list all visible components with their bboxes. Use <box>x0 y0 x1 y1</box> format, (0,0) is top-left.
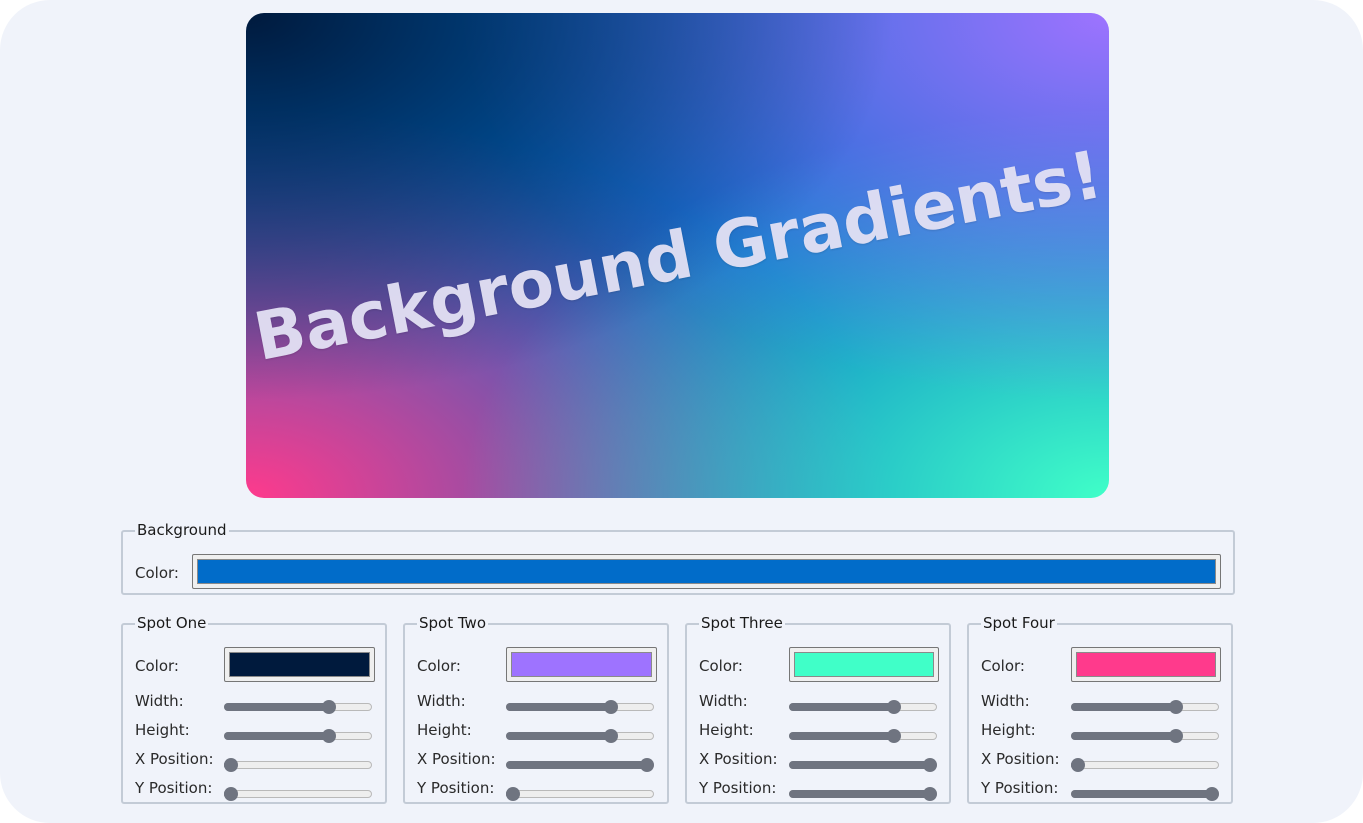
height-slider[interactable] <box>1071 727 1219 745</box>
spot-y-position-label: Y Position: <box>135 779 213 797</box>
spot-color-label: Color: <box>135 657 179 675</box>
spot-one-color-picker[interactable] <box>224 647 375 682</box>
slider-fill <box>506 703 611 711</box>
spot-width-label: Width: <box>417 692 466 710</box>
spot-legend: Spot Two <box>419 614 486 632</box>
spot-x-position-label: X Position: <box>699 750 778 768</box>
spot-height-label: Height: <box>135 721 190 739</box>
slider-track <box>224 790 372 798</box>
x-position-slider[interactable] <box>224 756 372 774</box>
slider-fill <box>1071 790 1212 798</box>
slider-thumb[interactable] <box>506 787 520 801</box>
background-color-label: Color: <box>135 564 179 582</box>
x-position-slider[interactable] <box>1071 756 1219 774</box>
width-slider[interactable] <box>789 698 937 716</box>
spot-width-label: Width: <box>699 692 748 710</box>
spot-one-color-swatch <box>229 652 370 677</box>
slider-thumb[interactable] <box>1168 729 1183 743</box>
spot-color-label: Color: <box>699 657 743 675</box>
spot-x-position-label: X Position: <box>417 750 496 768</box>
slider-track <box>1071 761 1219 769</box>
width-slider[interactable] <box>224 698 372 716</box>
width-slider[interactable] <box>506 698 654 716</box>
slider-thumb[interactable] <box>886 700 901 714</box>
slider-track <box>506 790 654 798</box>
slider-fill <box>506 761 647 769</box>
background-fieldset: Background Color: <box>121 523 1235 595</box>
width-slider[interactable] <box>1071 698 1219 716</box>
slider-thumb[interactable] <box>923 787 937 801</box>
x-position-slider[interactable] <box>506 756 654 774</box>
spot-three-color-swatch <box>794 652 934 677</box>
slider-thumb[interactable] <box>886 729 901 743</box>
slider-fill <box>789 732 894 740</box>
slider-thumb[interactable] <box>321 700 336 714</box>
background-legend: Background <box>137 521 227 539</box>
slider-thumb[interactable] <box>923 758 937 772</box>
height-slider[interactable] <box>224 727 372 745</box>
slider-fill <box>224 703 329 711</box>
background-color-swatch <box>197 559 1216 584</box>
spot-x-position-label: X Position: <box>135 750 214 768</box>
slider-fill <box>1071 703 1176 711</box>
spot-y-position-label: Y Position: <box>981 779 1059 797</box>
spot-two-fieldset: Spot Two Color: Width: Height: X Positio… <box>403 616 669 804</box>
spot-y-position-label: Y Position: <box>699 779 777 797</box>
spot-two-color-picker[interactable] <box>506 647 657 682</box>
spot-width-label: Width: <box>135 692 184 710</box>
y-position-slider[interactable] <box>224 785 372 803</box>
slider-track <box>224 761 372 769</box>
y-position-slider[interactable] <box>789 785 937 803</box>
height-slider[interactable] <box>789 727 937 745</box>
slider-fill <box>789 761 930 769</box>
spot-height-label: Height: <box>699 721 754 739</box>
spot-y-position-label: Y Position: <box>417 779 495 797</box>
slider-fill <box>224 732 329 740</box>
spot-x-position-label: X Position: <box>981 750 1060 768</box>
slider-fill <box>1071 732 1176 740</box>
spot-one-fieldset: Spot One Color: Width: Height: X Positio… <box>121 616 387 804</box>
spot-legend: Spot One <box>137 614 207 632</box>
slider-fill <box>789 790 930 798</box>
spot-height-label: Height: <box>417 721 472 739</box>
height-slider[interactable] <box>506 727 654 745</box>
slider-thumb[interactable] <box>603 700 618 714</box>
spot-color-label: Color: <box>417 657 461 675</box>
spot-height-label: Height: <box>981 721 1036 739</box>
slider-fill <box>506 732 611 740</box>
spot-four-fieldset: Spot Four Color: Width: Height: X Positi… <box>967 616 1233 804</box>
background-color-picker[interactable] <box>192 554 1221 589</box>
x-position-slider[interactable] <box>789 756 937 774</box>
spot-three-color-picker[interactable] <box>789 647 939 682</box>
spot-four-color-swatch <box>1076 652 1216 677</box>
slider-thumb[interactable] <box>1205 787 1219 801</box>
spot-two-color-swatch <box>511 652 652 677</box>
spot-width-label: Width: <box>981 692 1030 710</box>
slider-thumb[interactable] <box>224 758 238 772</box>
slider-thumb[interactable] <box>1071 758 1085 772</box>
y-position-slider[interactable] <box>1071 785 1219 803</box>
spot-legend: Spot Three <box>701 614 783 632</box>
slider-thumb[interactable] <box>1168 700 1183 714</box>
gradient-preview: Background Gradients! <box>246 13 1109 498</box>
app-frame: Background Gradients! Background Color: … <box>0 0 1363 823</box>
slider-thumb[interactable] <box>640 758 654 772</box>
y-position-slider[interactable] <box>506 785 654 803</box>
spot-three-fieldset: Spot Three Color: Width: Height: X Posit… <box>685 616 951 804</box>
preview-headline: Background Gradients! <box>247 135 1108 376</box>
spot-legend: Spot Four <box>983 614 1055 632</box>
slider-fill <box>789 703 894 711</box>
spot-color-label: Color: <box>981 657 1025 675</box>
slider-thumb[interactable] <box>224 787 238 801</box>
slider-thumb[interactable] <box>321 729 336 743</box>
slider-thumb[interactable] <box>603 729 618 743</box>
spot-four-color-picker[interactable] <box>1071 647 1221 682</box>
